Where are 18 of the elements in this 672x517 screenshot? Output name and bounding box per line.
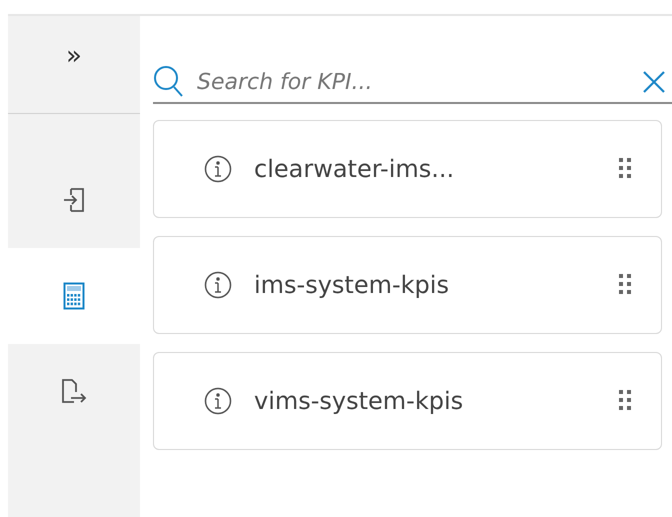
kpi-card[interactable]: ims-system-kpis (153, 236, 662, 334)
collapse-button[interactable]: » (8, 16, 140, 114)
kpi-card[interactable]: vims-system-kpis (153, 352, 662, 450)
drag-handle-icon[interactable] (619, 158, 631, 180)
export-icon (61, 378, 87, 406)
kpi-name: ims-system-kpis (254, 271, 450, 299)
info-icon (204, 271, 232, 299)
drag-handle-icon[interactable] (619, 390, 631, 412)
info-icon (204, 387, 232, 415)
search-icon (153, 65, 185, 99)
drag-handle-icon[interactable] (619, 274, 631, 296)
search-field[interactable]: Search for KPI... (195, 68, 632, 96)
import-icon (63, 185, 85, 215)
kpi-card[interactable]: clearwater-ims... (153, 120, 662, 218)
info-icon (204, 155, 232, 183)
kpi-name: clearwater-ims... (254, 155, 456, 183)
calculator-icon (63, 282, 85, 310)
kpi-name: vims-system-kpis (254, 387, 464, 415)
